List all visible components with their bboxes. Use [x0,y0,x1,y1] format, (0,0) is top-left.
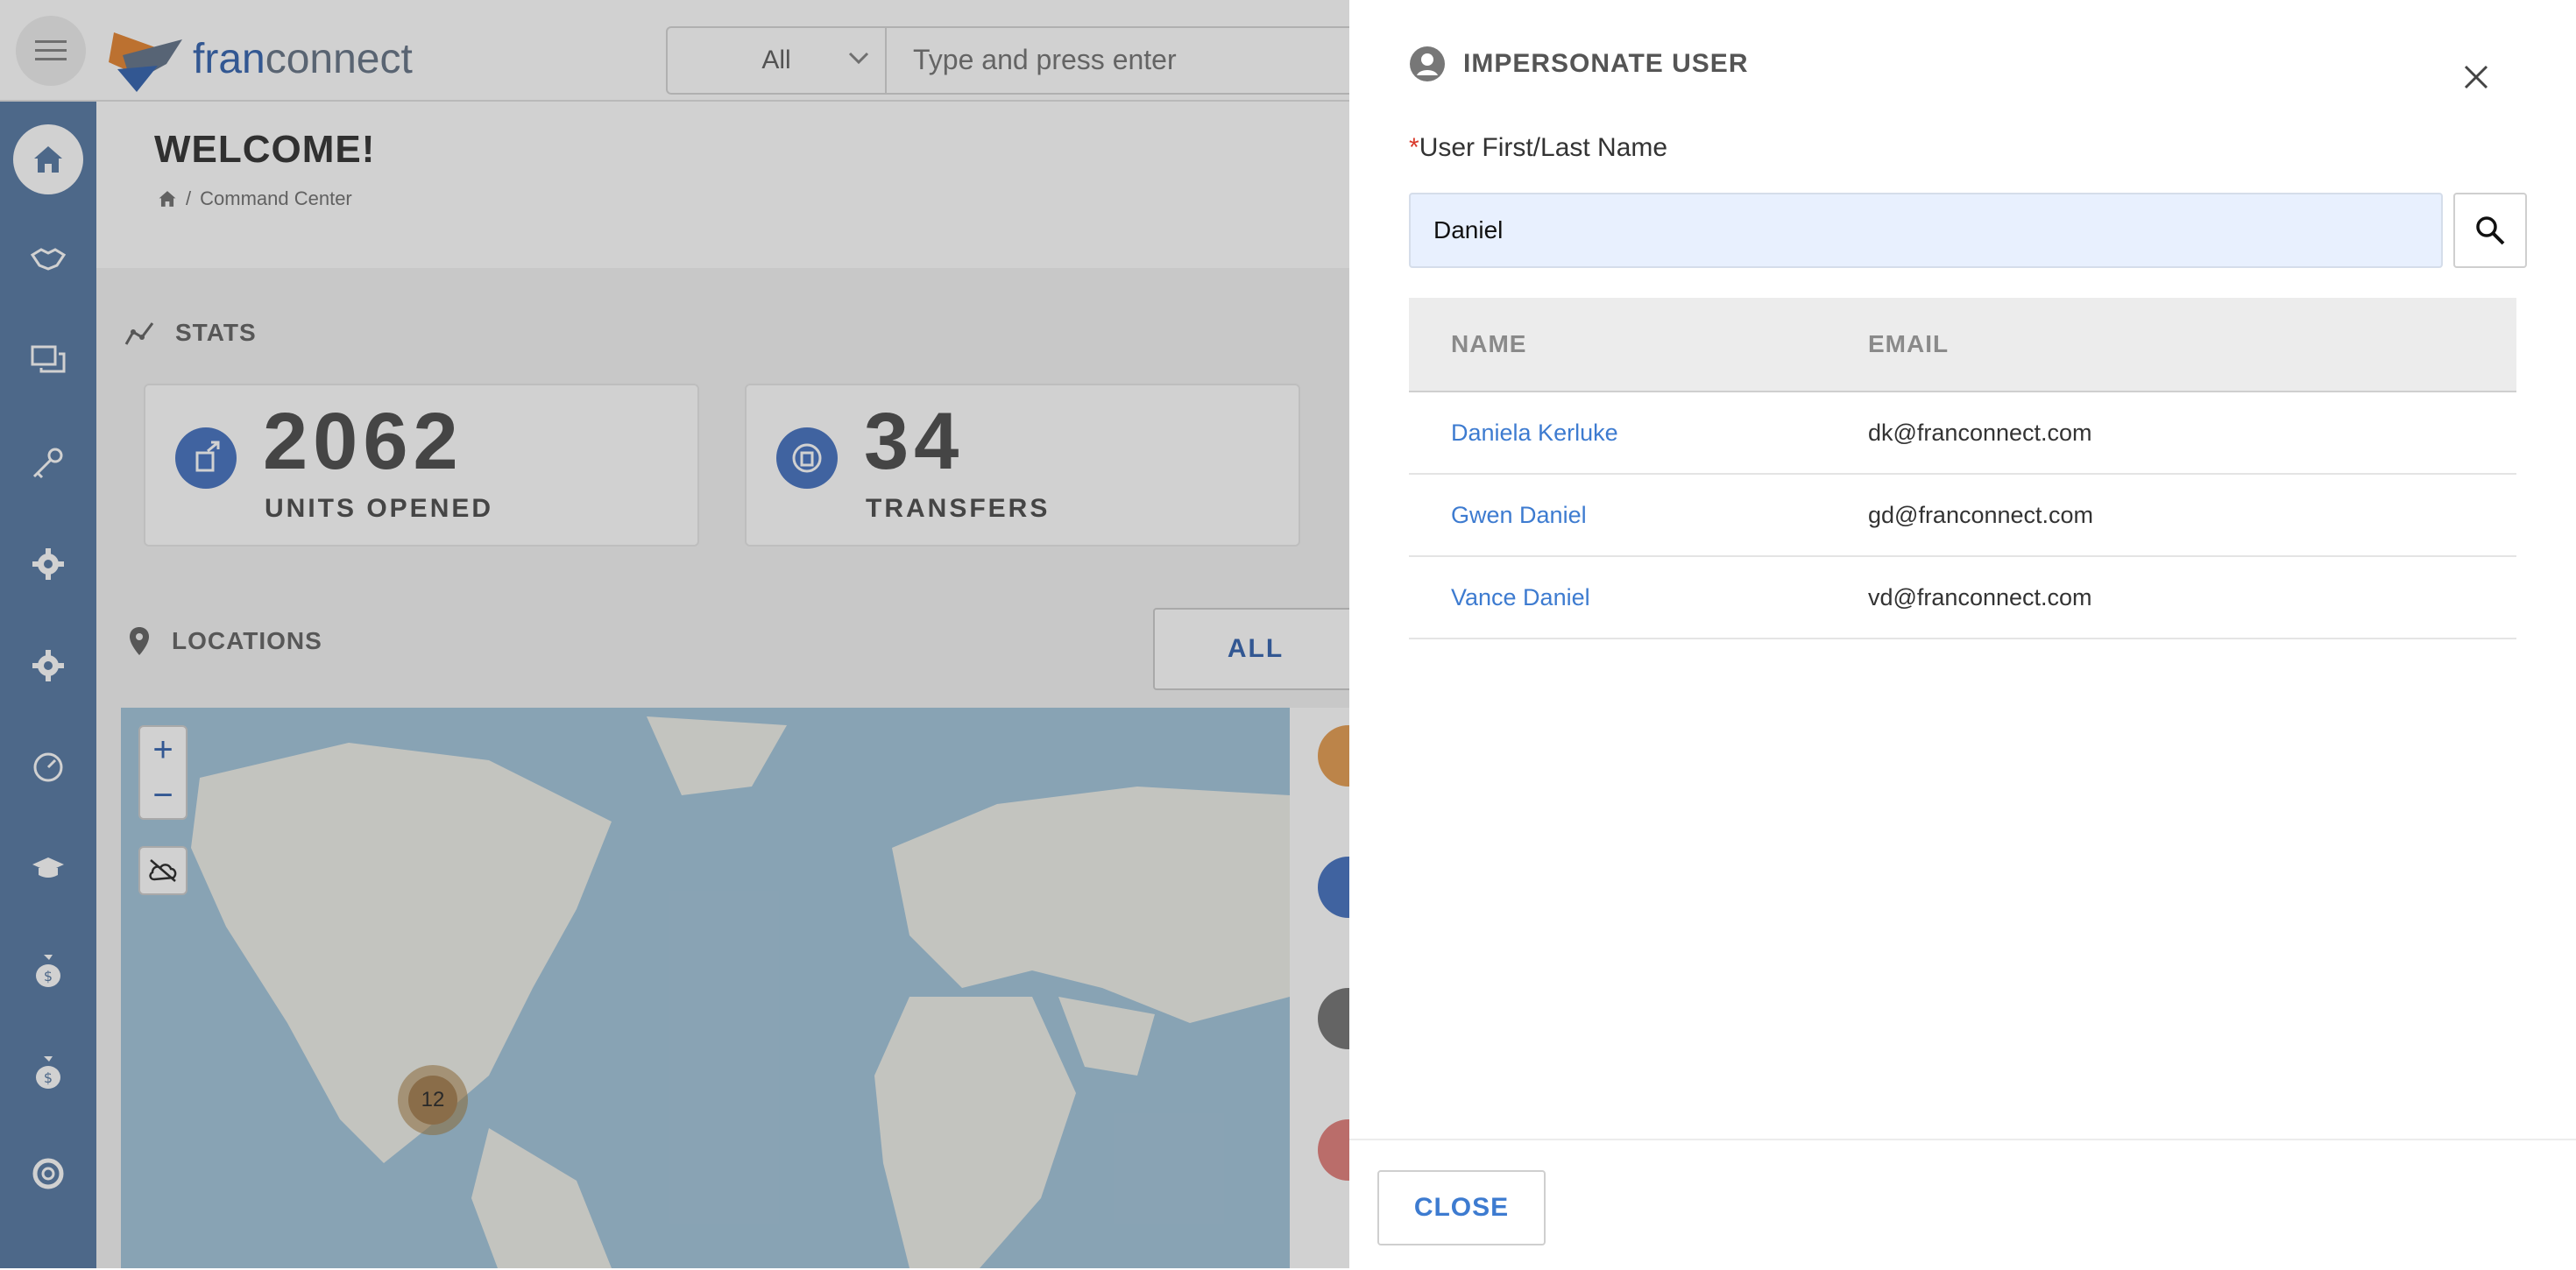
user-email: dk@franconnect.com [1868,419,2092,446]
modal-overlay[interactable] [0,0,1349,1268]
user-name-link[interactable]: Vance Daniel [1409,584,1868,611]
user-name-input[interactable] [1409,193,2443,268]
search-button[interactable] [2453,193,2527,268]
user-name-link[interactable]: Daniela Kerluke [1409,420,1868,447]
user-name-field-label: *User First/Last Name [1409,133,1668,162]
table-row: Daniela Kerluke dk@franconnect.com [1409,392,2516,475]
close-button[interactable]: CLOSE [1377,1170,1546,1245]
user-circle-icon [1410,46,1445,81]
user-name-link[interactable]: Gwen Daniel [1409,502,1868,529]
table-header: NAME EMAIL [1409,298,2516,392]
results-table: NAME EMAIL Daniela Kerluke dk@franconnec… [1409,298,2516,639]
user-email: vd@franconnect.com [1868,583,2092,610]
impersonate-user-drawer: IMPERSONATE USER *User First/Last Name N… [1349,0,2576,1268]
table-row: Vance Daniel vd@franconnect.com [1409,557,2516,639]
table-row: Gwen Daniel gd@franconnect.com [1409,475,2516,557]
drawer-footer: CLOSE [1349,1139,2576,1270]
drawer-header: IMPERSONATE USER [1409,46,1748,82]
required-mark: * [1409,133,1419,162]
app: franconnect All Type and press enter $ $… [0,0,2576,1268]
user-email: gd@franconnect.com [1868,501,2094,528]
close-icon [2464,65,2488,89]
close-drawer-button[interactable] [2455,56,2497,98]
drawer-title: IMPERSONATE USER [1463,49,1749,78]
column-header-name: NAME [1451,330,1527,357]
search-icon [2476,216,2505,245]
column-header-email: EMAIL [1868,330,1950,357]
